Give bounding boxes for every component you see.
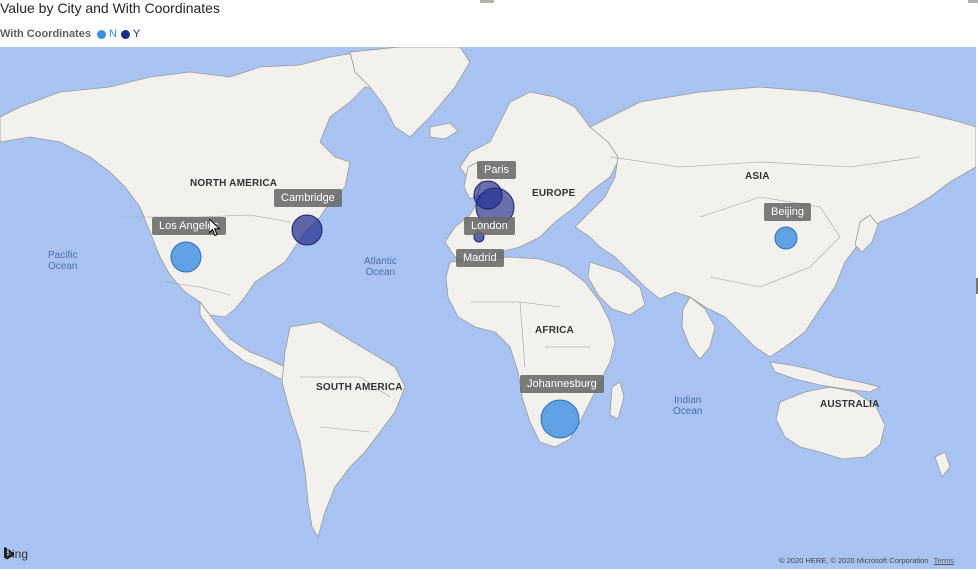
legend-dot-n (96, 29, 106, 39)
resize-handle-top-right[interactable] (968, 0, 978, 3)
city-label-beijing: Beijing (764, 203, 812, 221)
city-label-paris: Paris (477, 161, 517, 179)
bing-b-icon (4, 547, 14, 560)
bing-logo[interactable]: Bing (4, 547, 28, 561)
legend-item-y[interactable]: Y (120, 28, 141, 40)
bubble-london[interactable] (473, 180, 503, 210)
bubble-johannesburg[interactable] (540, 399, 580, 439)
legend-dot-y (120, 29, 130, 39)
city-label-cambridge: Cambridge (274, 189, 342, 207)
copyright-text: © 2020 HERE, © 2020 Microsoft Corporatio… (779, 556, 929, 565)
legend-label-n: N (108, 28, 117, 40)
terms-link[interactable]: Terms (934, 556, 954, 565)
resize-handle-top[interactable] (480, 0, 494, 3)
city-label-johannesburg: Johannesburg (520, 375, 604, 393)
city-label-london: London (464, 217, 515, 235)
bubble-beijing[interactable] (774, 226, 798, 250)
map-copyright: © 2020 HERE, © 2020 Microsoft Corporatio… (779, 556, 954, 565)
bubble-layer (170, 180, 798, 439)
mouse-cursor-icon (209, 219, 221, 237)
legend-title: With Coordinates (0, 28, 91, 40)
legend-label-y: Y (132, 28, 141, 40)
visual-title: Value by City and With Coordinates (0, 0, 220, 16)
city-label-madrid: Madrid (456, 249, 504, 267)
legend-item-n[interactable]: N (96, 28, 117, 40)
bubble-los-angeles[interactable] (170, 241, 202, 273)
map-canvas[interactable]: NORTH AMERICA SOUTH AMERICA EUROPE AFRIC… (0, 47, 976, 569)
bubble-cambridge[interactable] (291, 214, 323, 246)
legend: With Coordinates N Y (0, 28, 144, 40)
